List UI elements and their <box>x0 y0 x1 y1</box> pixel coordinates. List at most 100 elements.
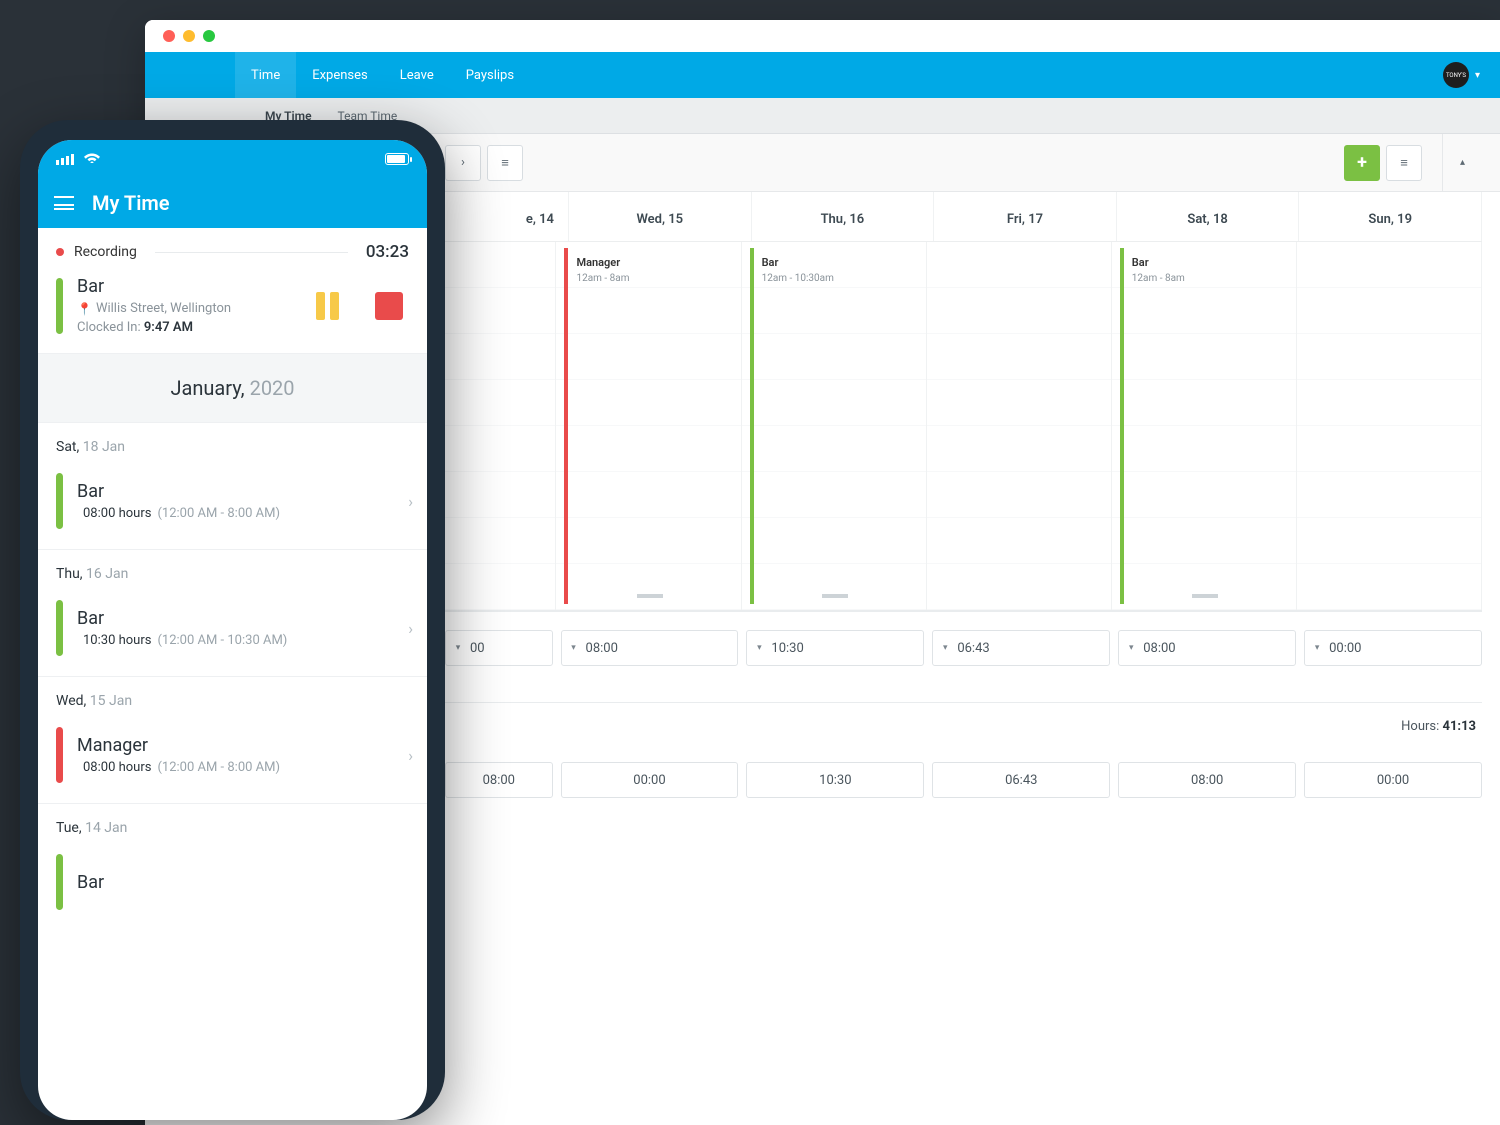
day-header: Sun, 19 <box>1299 192 1482 241</box>
hours-total: Hours: 41:13 <box>445 702 1482 750</box>
day-column[interactable] <box>927 242 1112 610</box>
list-view-button[interactable]: ≡ <box>487 145 523 181</box>
shift-address: 📍 Willis Street, Wellington <box>77 301 302 316</box>
chevron-down-icon: ▾ <box>562 643 586 653</box>
day-column[interactable] <box>1297 242 1482 610</box>
page-title: My Time <box>92 191 170 215</box>
hours-value: 08:00 <box>1143 641 1175 656</box>
day-column[interactable]: Bar 12am - 10:30am <box>742 242 927 610</box>
hours-value: 00:00 <box>1329 641 1361 656</box>
color-bar <box>56 473 63 529</box>
zoom-icon[interactable] <box>203 30 215 42</box>
calendar-header: e, 14 Wed, 15 Thu, 16 Fri, 17 Sat, 18 Su… <box>445 192 1482 242</box>
drag-handle-icon[interactable] <box>637 594 663 598</box>
stop-button[interactable] <box>375 292 403 320</box>
hours-cell[interactable]: ▾00 <box>445 630 553 666</box>
day-header: Fri, 17 <box>934 192 1117 241</box>
calendar-event[interactable]: Bar 12am - 8am <box>1120 248 1286 604</box>
day-column[interactable]: Bar 12am - 8am <box>1112 242 1297 610</box>
add-button[interactable]: + <box>1344 145 1380 181</box>
list-item[interactable]: Bar 08:00 hours(12:00 AM - 8:00 AM) › <box>38 463 427 550</box>
hours-cell[interactable]: 00:00 <box>1304 762 1482 798</box>
tab-leave[interactable]: Leave <box>384 52 450 98</box>
entry-date: Sat, 18 Jan <box>38 423 427 463</box>
entry-date: Thu, 16 Jan <box>38 550 427 590</box>
calendar-body: Manager 12am - 8am Bar 12am - 10:30am Ba… <box>445 242 1482 612</box>
chevron-down-icon: ▾ <box>446 643 470 653</box>
grid-view-button[interactable]: ≡ <box>1386 145 1422 181</box>
event-title: Bar <box>1132 256 1278 269</box>
month-header: January, 2020 <box>38 354 427 423</box>
next-week-button[interactable]: › <box>445 145 481 181</box>
hours-cell[interactable]: 08:00 <box>445 762 553 798</box>
tab-time[interactable]: Time <box>235 52 296 98</box>
hours-cell[interactable]: ▾10:30 <box>746 630 924 666</box>
recording-row: Recording 03:23 <box>38 228 427 272</box>
record-icon <box>56 248 64 256</box>
entry-title: Manager <box>77 735 394 756</box>
current-shift-card: Bar 📍 Willis Street, Wellington Clocked … <box>38 272 427 354</box>
hours-value: 08:00 <box>1191 773 1223 788</box>
entry-hours: 08:00 hours(12:00 AM - 8:00 AM) <box>77 760 394 775</box>
hours-value: 06:43 <box>1005 773 1037 788</box>
event-range: 12am - 8am <box>576 273 722 284</box>
battery-icon <box>385 153 409 165</box>
hours-value: 06:43 <box>957 641 989 656</box>
event-range: 12am - 10:30am <box>762 273 908 284</box>
list-item[interactable]: Manager 08:00 hours(12:00 AM - 8:00 AM) … <box>38 717 427 804</box>
chevron-down-icon: ▾ <box>1475 70 1480 81</box>
collapse-button[interactable]: ▴ <box>1442 134 1482 191</box>
event-title: Bar <box>762 256 908 269</box>
day-header: Thu, 16 <box>752 192 935 241</box>
day-header: Sat, 18 <box>1117 192 1300 241</box>
list-item[interactable]: Bar <box>38 844 427 930</box>
hours-value: 10:30 <box>771 641 803 656</box>
tab-expenses[interactable]: Expenses <box>296 52 384 98</box>
hours-cell[interactable]: ▾08:00 <box>1118 630 1296 666</box>
hours-cell[interactable]: 06:43 <box>932 762 1110 798</box>
hours-value: 10:30 <box>819 773 851 788</box>
tab-payslips[interactable]: Payslips <box>450 52 530 98</box>
hours-cell[interactable]: 10:30 <box>746 762 924 798</box>
mac-traffic-lights <box>145 20 1500 52</box>
profile-menu[interactable]: TONY'S ▾ <box>1443 62 1480 88</box>
chevron-down-icon: ▾ <box>747 643 771 653</box>
clockin-time: 9:47 AM <box>144 320 193 335</box>
drag-handle-icon[interactable] <box>1192 594 1218 598</box>
recording-elapsed: 03:23 <box>366 242 409 262</box>
close-icon[interactable] <box>163 30 175 42</box>
calendar-event[interactable]: Manager 12am - 8am <box>564 248 730 604</box>
day-column[interactable]: Manager 12am - 8am <box>556 242 741 610</box>
total-value: 41:13 <box>1443 719 1477 734</box>
day-column[interactable] <box>445 242 556 610</box>
hours-value: 00:00 <box>1377 773 1409 788</box>
signal-icon <box>56 154 74 165</box>
hours-cell[interactable]: ▾06:43 <box>932 630 1110 666</box>
entry-hours: 10:30 hours(12:00 AM - 10:30 AM) <box>77 633 394 648</box>
hours-cell[interactable]: ▾08:00 <box>561 630 739 666</box>
calendar-event[interactable]: Bar 12am - 10:30am <box>750 248 916 604</box>
minimize-icon[interactable] <box>183 30 195 42</box>
pin-icon: 📍 <box>77 302 92 316</box>
entry-title: Bar <box>77 481 394 502</box>
total-label: Hours: <box>1401 719 1439 734</box>
day-header: e, 14 <box>445 192 569 241</box>
entry-title: Bar <box>77 608 394 629</box>
hours-row: ▾00 ▾08:00 ▾10:30 ▾06:43 ▾08:00 ▾00:00 <box>445 612 1482 676</box>
hours-cell[interactable]: ▾00:00 <box>1304 630 1482 666</box>
list-item[interactable]: Bar 10:30 hours(12:00 AM - 10:30 AM) › <box>38 590 427 677</box>
entry-hours: 08:00 hours(12:00 AM - 8:00 AM) <box>77 506 394 521</box>
hours-cell[interactable]: 00:00 <box>561 762 739 798</box>
hours-cell[interactable]: 08:00 <box>1118 762 1296 798</box>
drag-handle-icon[interactable] <box>822 594 848 598</box>
chevron-right-icon: › <box>408 492 413 511</box>
pause-button[interactable] <box>316 292 339 320</box>
recording-label: Recording <box>74 244 137 260</box>
shift-title: Bar <box>77 276 302 297</box>
hamburger-icon[interactable] <box>54 196 74 210</box>
event-title: Manager <box>576 256 722 269</box>
top-nav: Time Expenses Leave Payslips TONY'S ▾ <box>145 52 1500 98</box>
month-year: 2020 <box>250 376 295 400</box>
entry-title: Bar <box>77 872 413 893</box>
status-bar <box>38 140 427 178</box>
